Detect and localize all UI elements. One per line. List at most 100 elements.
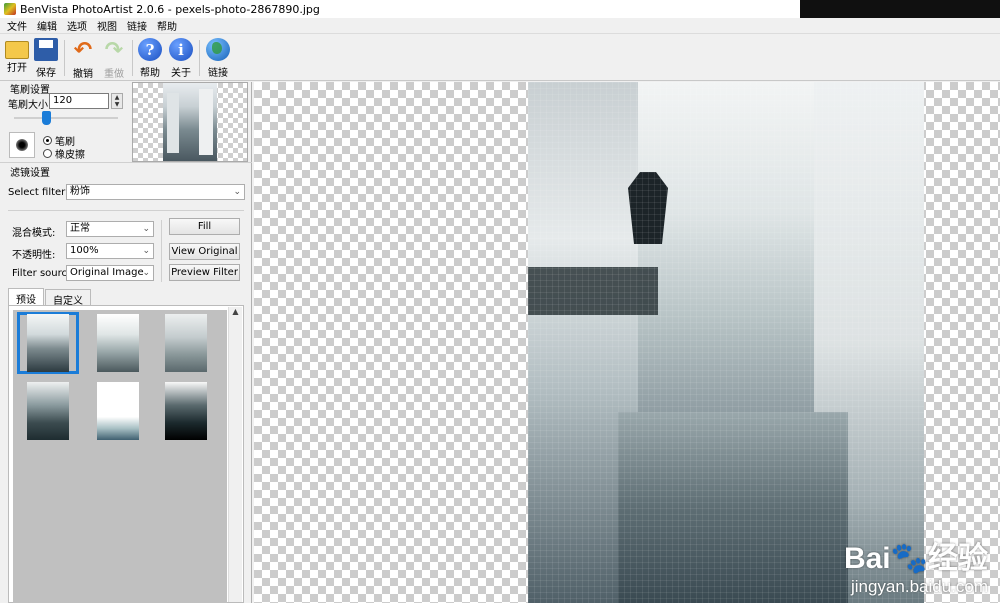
filter-select-value: 粉饰: [70, 186, 90, 197]
link-label: 链接: [208, 68, 228, 79]
fill-button[interactable]: Fill: [169, 218, 240, 235]
preset-image: [97, 382, 139, 440]
redo-arrow-icon: ↷: [104, 37, 124, 63]
brush-tip-preview: [9, 132, 35, 158]
image-canvas[interactable]: Bai🐾经验 jingyan.baidu.com: [254, 82, 1000, 603]
menu-options[interactable]: 选项: [62, 18, 92, 33]
baidu-watermark: Bai🐾经验 jingyan.baidu.com: [844, 533, 988, 597]
preset-thumbnail[interactable]: [87, 312, 149, 374]
redo-button[interactable]: ↷ 重做: [99, 37, 129, 81]
blend-mode-label: 混合模式:: [12, 228, 56, 239]
brush-size-slider-handle[interactable]: [42, 111, 51, 125]
filter-select[interactable]: 粉饰 ⌄: [66, 184, 245, 200]
menu-file[interactable]: 文件: [2, 18, 32, 33]
about-button[interactable]: i 关于: [166, 37, 196, 79]
brush-size-label: 笔刷大小:: [8, 100, 52, 111]
preset-image: [165, 382, 207, 440]
save-label: 保存: [36, 68, 56, 79]
radio-brush[interactable]: [43, 136, 52, 145]
filtered-photo[interactable]: [528, 82, 924, 603]
brush-settings-heading: 笔刷设置: [10, 85, 50, 96]
watermark-logo: Bai🐾经验: [843, 542, 988, 575]
pixelate-overlay: [528, 82, 924, 603]
blend-mode-value: 正常: [70, 223, 90, 234]
opacity-value: 100%: [70, 245, 99, 256]
preset-image: [27, 382, 69, 440]
settings-panel: 笔刷设置 笔刷大小: 120 ▲ ▼ 笔刷 橡皮擦 滤镜设置 Select fi…: [0, 82, 252, 603]
filter-settings-heading: 滤镜设置: [10, 168, 50, 179]
about-label: 关于: [171, 68, 191, 79]
brush-mode-eraser[interactable]: 橡皮擦: [43, 146, 85, 161]
redo-label: 重做: [104, 69, 124, 80]
folder-icon: [5, 41, 29, 59]
open-label: 打开: [7, 63, 27, 74]
watermark-url: jingyan.baidu.com: [850, 577, 988, 596]
help-label: 帮助: [140, 68, 160, 79]
chevron-down-icon: ⌄: [142, 224, 150, 234]
toolbar: 打开 保存 ↶ 撤销 ↷ 重做 ? 帮助 i 关于 链接: [0, 35, 1000, 81]
chevron-down-icon: ⌄: [142, 246, 150, 256]
toolbar-separator: [199, 40, 200, 76]
preset-tabs: 预设 自定义: [8, 288, 92, 307]
undo-button[interactable]: ↶ 撤销: [68, 37, 98, 81]
radio-eraser-label: 橡皮擦: [55, 150, 85, 161]
help-question-icon: ?: [138, 38, 162, 61]
spinner-down-icon[interactable]: ▼: [112, 101, 122, 108]
preset-image: [97, 314, 139, 372]
opacity-select[interactable]: 100% ⌄: [66, 243, 154, 259]
brush-size-slider-track[interactable]: [14, 117, 118, 119]
preview-filter-button[interactable]: Preview Filter: [169, 264, 240, 281]
open-button[interactable]: 打开: [2, 37, 32, 79]
preset-thumbnail[interactable]: [155, 312, 217, 374]
window-title: BenVista PhotoArtist 2.0.6 - pexels-phot…: [20, 2, 320, 16]
help-button[interactable]: ? 帮助: [135, 37, 165, 79]
opacity-label: 不透明性:: [12, 250, 56, 261]
menu-view[interactable]: 视图: [92, 18, 122, 33]
preset-image: [165, 314, 207, 372]
link-button[interactable]: 链接: [203, 37, 233, 79]
filter-source-value: Original Image: [70, 267, 144, 278]
tab-custom[interactable]: 自定义: [45, 289, 91, 307]
brush-size-spinner[interactable]: ▲ ▼: [111, 93, 123, 109]
preset-thumbnail[interactable]: [87, 380, 149, 442]
navigator-photo: [163, 83, 217, 161]
menu-link[interactable]: 链接: [122, 18, 152, 33]
preset-image: [27, 314, 69, 372]
navigator-thumbnail[interactable]: [132, 82, 248, 162]
toolbar-separator: [132, 40, 133, 76]
preset-grid: [13, 310, 227, 603]
spinner-up-icon[interactable]: ▲: [112, 94, 122, 101]
preset-thumbnail[interactable]: [17, 312, 79, 374]
info-icon: i: [169, 38, 193, 61]
filter-source-select[interactable]: Original Image ⌄: [66, 265, 154, 281]
blend-mode-select[interactable]: 正常 ⌄: [66, 221, 154, 237]
scroll-up-icon[interactable]: ▲: [229, 307, 242, 316]
save-button[interactable]: 保存: [31, 37, 61, 79]
floppy-disk-icon: [34, 38, 58, 61]
divider: [8, 210, 244, 211]
menu-bar: 文件 编辑 选项 视图 链接 帮助: [0, 18, 1000, 34]
undo-label: 撤销: [73, 69, 93, 80]
menu-edit[interactable]: 编辑: [32, 18, 62, 33]
divider: [0, 162, 252, 163]
divider: [161, 220, 162, 282]
undo-arrow-icon: ↶: [73, 37, 93, 63]
app-logo-icon: [4, 3, 16, 15]
preset-scrollbar[interactable]: ▲: [228, 307, 242, 602]
preset-gallery: ▲: [8, 305, 244, 603]
preset-thumbnail[interactable]: [17, 380, 79, 442]
window-controls: [800, 0, 1000, 18]
brush-size-input[interactable]: 120: [49, 93, 109, 109]
menu-help[interactable]: 帮助: [152, 18, 182, 33]
chevron-down-icon: ⌄: [142, 268, 150, 278]
tab-presets[interactable]: 预设: [8, 288, 44, 306]
radio-eraser[interactable]: [43, 149, 52, 158]
select-filter-label: Select filter:: [8, 187, 69, 198]
view-original-button[interactable]: View Original: [169, 243, 240, 260]
globe-icon: [206, 38, 230, 61]
brush-dot-icon: [16, 139, 28, 151]
toolbar-separator: [64, 40, 65, 76]
preset-thumbnail[interactable]: [155, 380, 217, 442]
title-bar: BenVista PhotoArtist 2.0.6 - pexels-phot…: [0, 0, 1000, 18]
chevron-down-icon: ⌄: [233, 187, 241, 197]
